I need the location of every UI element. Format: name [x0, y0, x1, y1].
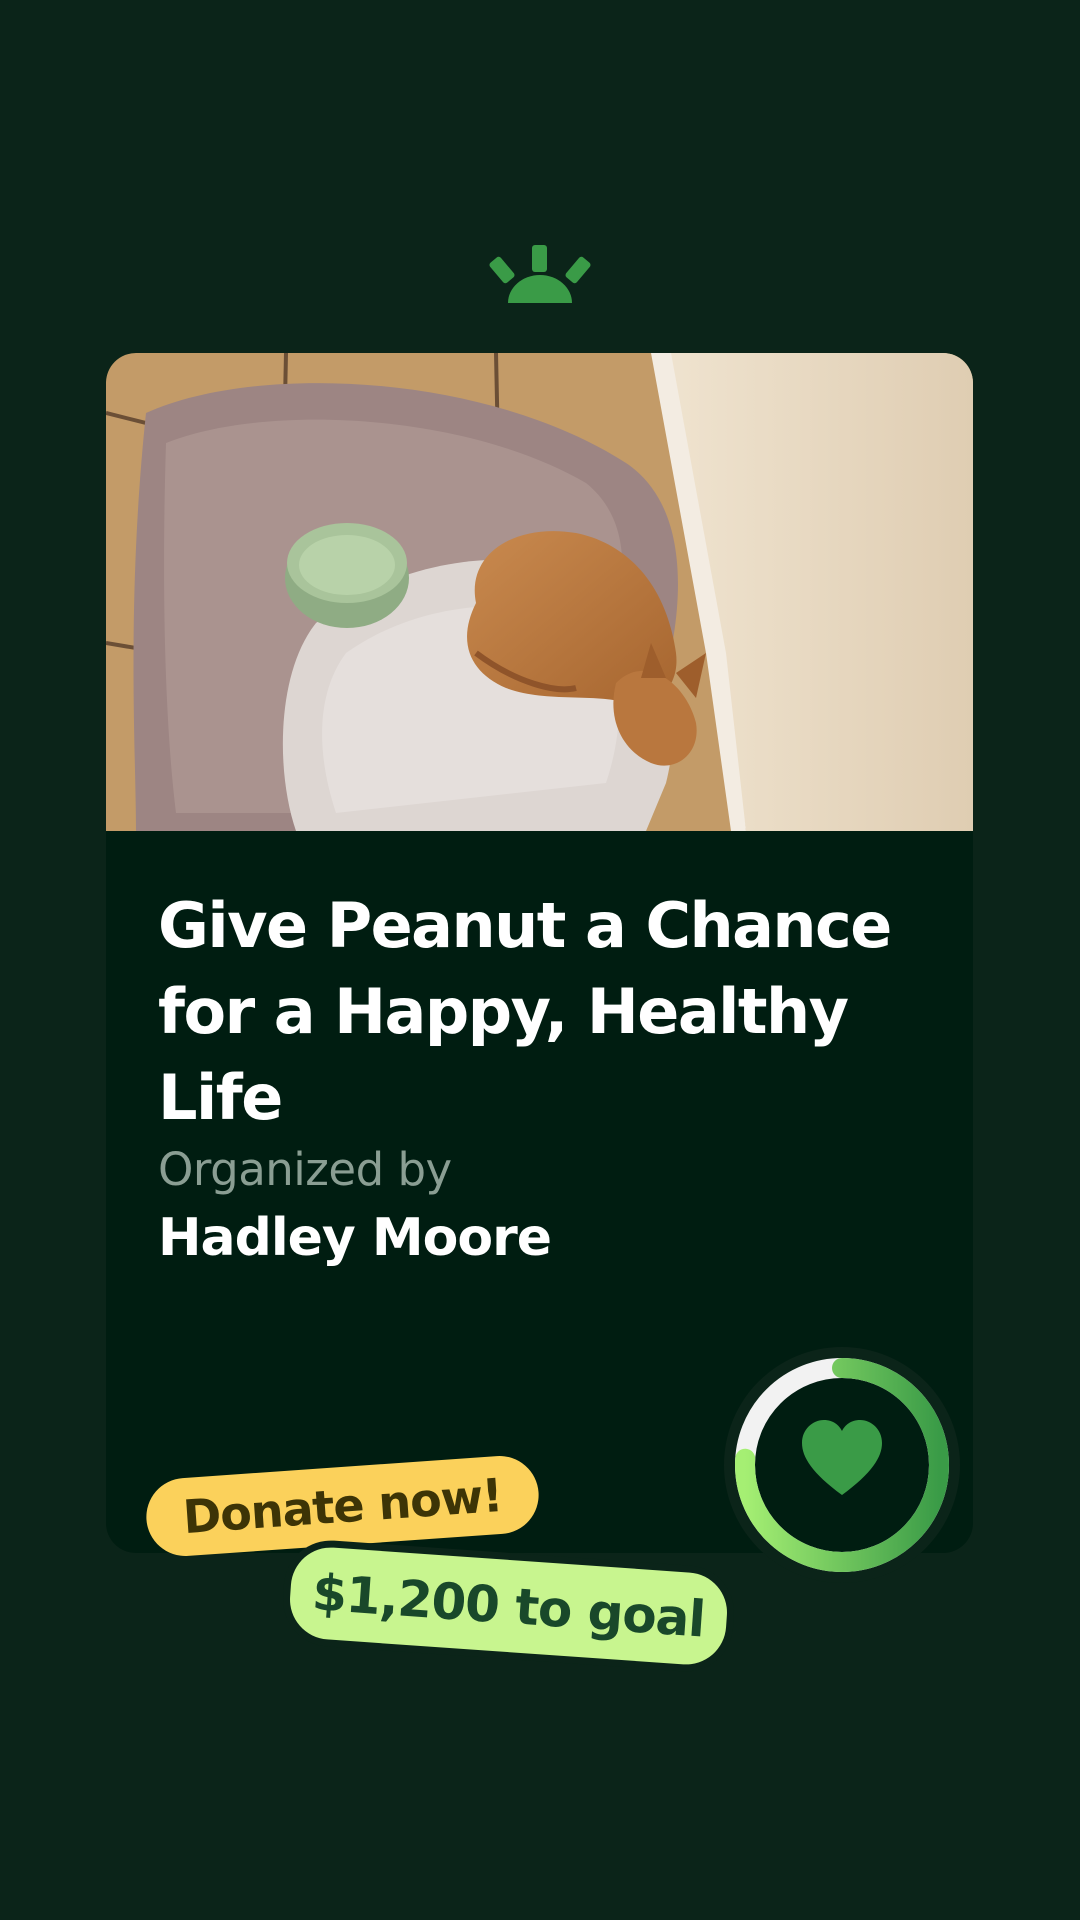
goal-remaining-badge: $1,200 to goal — [287, 1544, 730, 1668]
organizer-label: Organized by — [158, 1143, 452, 1196]
progress-ring — [724, 1347, 960, 1583]
campaign-title: Give Peanut a Chance for a Happy, Health… — [158, 889, 892, 1134]
brand-logo-icon — [489, 245, 591, 303]
campaign-photo — [106, 353, 973, 831]
organizer-name[interactable]: Hadley Moore — [158, 1208, 552, 1268]
